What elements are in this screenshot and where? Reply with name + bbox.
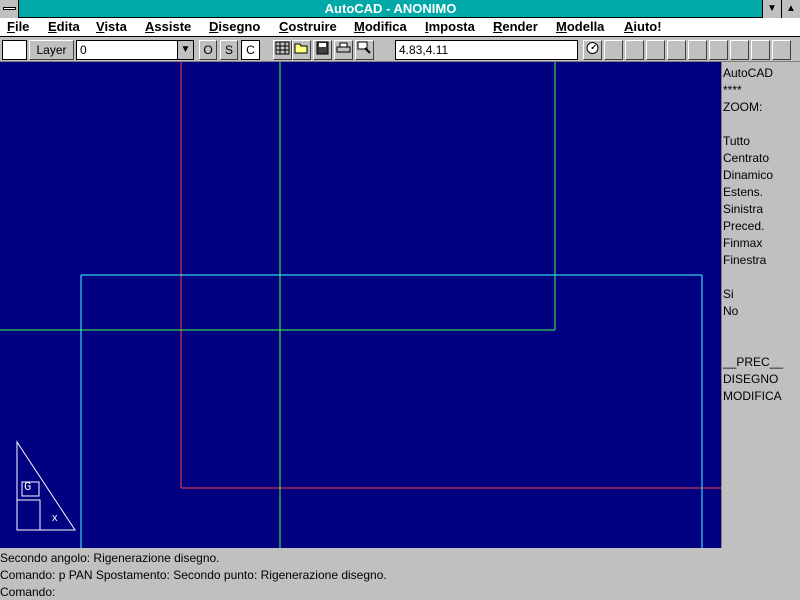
toolbar-slot-5[interactable]: [688, 40, 707, 60]
ortho-toggle[interactable]: O: [199, 40, 217, 60]
chevron-down-icon[interactable]: ▼: [177, 41, 193, 59]
menu-assiste[interactable]: Assiste: [145, 19, 191, 34]
layer-dropdown[interactable]: 0 ▼: [76, 40, 194, 60]
menu-render[interactable]: Render: [493, 19, 538, 34]
toolbar-slot-4[interactable]: [667, 40, 686, 60]
toolbar: Layer 0 ▼ O S C 4.83,4.11: [0, 38, 800, 62]
side-item-dinamico[interactable]: Dinamico: [723, 168, 773, 182]
toolbar-slot-8[interactable]: [751, 40, 770, 60]
menu-disegno[interactable]: Disegno: [209, 19, 260, 34]
drawing-area[interactable]: G x: [0, 62, 721, 548]
side-item-no[interactable]: No: [723, 304, 738, 318]
toolbar-slot-6[interactable]: [709, 40, 728, 60]
window-title: AutoCAD - ANONIMO: [324, 1, 457, 16]
side-item-tutto[interactable]: Tutto: [723, 134, 750, 148]
coords-toggle[interactable]: C: [241, 40, 260, 60]
menu-imposta[interactable]: Imposta: [425, 19, 475, 34]
side-item-autocad[interactable]: AutoCAD: [723, 66, 773, 80]
layer-button[interactable]: Layer: [29, 40, 74, 60]
side-item-si[interactable]: Si: [723, 287, 734, 301]
snap-toggle[interactable]: S: [220, 40, 238, 60]
toolbar-slot-3[interactable]: [646, 40, 665, 60]
title-bar: AutoCAD - ANONIMO ▼ ▲: [0, 0, 800, 18]
save-icon[interactable]: [313, 40, 332, 60]
grid-icon[interactable]: [273, 40, 292, 60]
system-menu-icon: [3, 7, 16, 10]
menu-edita[interactable]: Edita: [48, 19, 80, 34]
screen-menu: AutoCAD **** ZOOM: Tutto Centrato Dinami…: [721, 62, 800, 548]
side-item-finmax[interactable]: Finmax: [723, 236, 762, 250]
menu-vista[interactable]: Vista: [96, 19, 127, 34]
side-item-zoom: ZOOM:: [723, 100, 763, 114]
open-folder-icon[interactable]: [292, 40, 311, 60]
aerial-view-icon[interactable]: [583, 40, 602, 60]
side-item-disegno[interactable]: DISEGNO: [723, 372, 778, 386]
command-prompt[interactable]: Comando:: [0, 585, 55, 599]
maximize-button[interactable]: ▲: [781, 0, 800, 18]
coordinates-display: 4.83,4.11: [395, 40, 578, 60]
print-icon[interactable]: [334, 40, 353, 60]
side-item-centrato[interactable]: Centrato: [723, 151, 769, 165]
menu-modifica[interactable]: Modifica: [354, 19, 407, 34]
toolbar-slot-9[interactable]: [772, 40, 791, 60]
minimize-button[interactable]: ▼: [762, 0, 781, 18]
side-item-sinistra[interactable]: Sinistra: [723, 202, 763, 216]
side-item-prec[interactable]: __PREC__: [723, 355, 783, 369]
side-item-preced[interactable]: Preced.: [723, 219, 764, 233]
ucs-label-g: G: [24, 480, 32, 494]
side-item-modifica[interactable]: MODIFICA: [723, 389, 782, 403]
layer-value: 0: [80, 43, 87, 57]
command-area[interactable]: Secondo angolo: Rigenerazione disegno. C…: [0, 548, 800, 600]
menu-file[interactable]: File: [7, 19, 29, 34]
toolbar-slot-1[interactable]: [604, 40, 623, 60]
command-history-line: Secondo angolo: Rigenerazione disegno.: [0, 551, 220, 565]
side-item-stars[interactable]: ****: [723, 83, 742, 97]
side-item-finestra[interactable]: Finestra: [723, 253, 766, 267]
zoom-icon[interactable]: [355, 40, 374, 60]
side-item-estens[interactable]: Estens.: [723, 185, 763, 199]
ucs-label-x: x: [52, 512, 58, 524]
color-swatch[interactable]: [2, 40, 27, 60]
menu-costruire[interactable]: Costruire: [279, 19, 337, 34]
system-menu-button[interactable]: [0, 0, 19, 18]
menu-aiuto[interactable]: Aiuto!: [624, 19, 662, 34]
toolbar-slot-7[interactable]: [730, 40, 749, 60]
command-history-line: Comando: p PAN Spostamento: Secondo punt…: [0, 568, 387, 582]
menu-bar: File Edita Vista Assiste Disegno Costrui…: [0, 18, 800, 37]
menu-modella[interactable]: Modella: [556, 19, 604, 34]
toolbar-slot-2[interactable]: [625, 40, 644, 60]
